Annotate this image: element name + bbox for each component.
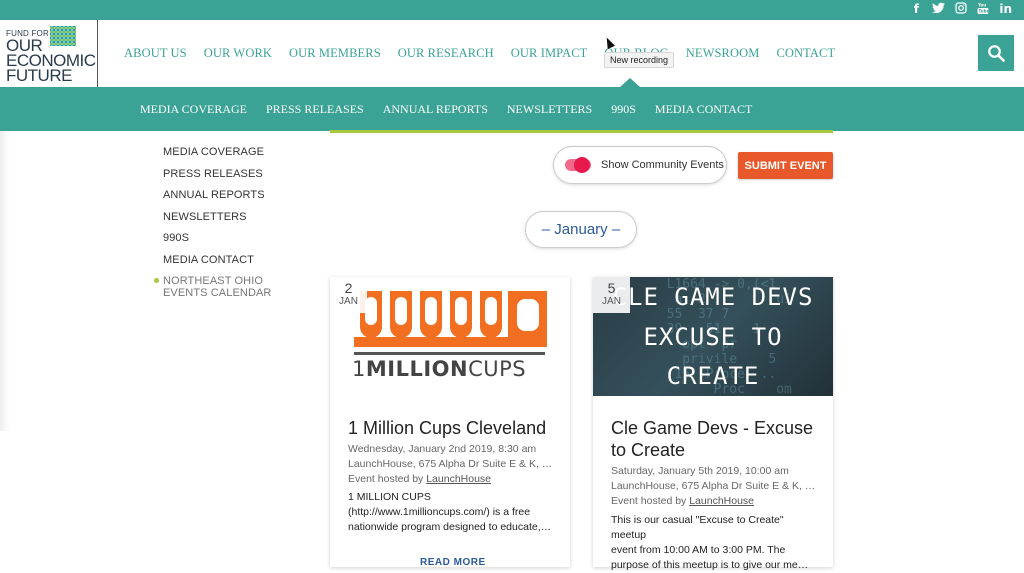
site-logo[interactable]: FUND FOR OUR ECONOMIC FUTURE bbox=[0, 20, 98, 87]
cups-icon bbox=[354, 291, 547, 347]
subnav-media-contact[interactable]: MEDIA CONTACT bbox=[655, 102, 752, 117]
sidebar-item-newsletters[interactable]: NEWSLETTERS bbox=[163, 211, 271, 223]
active-nav-notch bbox=[620, 78, 640, 87]
social-links: f You Tube in bbox=[910, 2, 1012, 19]
search-icon bbox=[988, 45, 1005, 62]
svg-text:You: You bbox=[977, 3, 986, 8]
date-badge: 2 JAN bbox=[330, 277, 367, 313]
subnav-newsletters[interactable]: NEWSLETTERS bbox=[507, 102, 592, 117]
desc-line2: event from 10:00 AM to 3:00 PM. The bbox=[611, 544, 786, 556]
sidebar-active-line2: EVENTS CALENDAR bbox=[163, 287, 272, 299]
sidebar-item-events-calendar[interactable]: NORTHEAST OHIO EVENTS CALENDAR bbox=[153, 275, 272, 299]
date-day: 5 bbox=[607, 280, 616, 296]
wordmark-cups: CUPS bbox=[468, 357, 527, 381]
sidebar-item-990s[interactable]: 990S bbox=[163, 232, 271, 244]
date-month: JAN bbox=[602, 296, 621, 307]
million-cups-wordmark: 1MILLIONCUPS bbox=[352, 357, 526, 381]
month-selector[interactable]: – January – bbox=[525, 211, 637, 248]
facebook-icon[interactable]: f bbox=[910, 2, 922, 19]
main-nav: ABOUT US OUR WORK OUR MEMBERS OUR RESEAR… bbox=[124, 46, 835, 61]
nav-our-impact[interactable]: OUR IMPACT bbox=[511, 46, 588, 61]
nav-our-members[interactable]: OUR MEMBERS bbox=[289, 46, 381, 61]
nav-contact[interactable]: CONTACT bbox=[776, 46, 835, 61]
event-title[interactable]: Cle Game Devs - Excuse to Create bbox=[611, 417, 821, 461]
date-month: JAN bbox=[339, 296, 358, 307]
toggle-label: Show Community Events bbox=[601, 159, 724, 171]
event-datetime: Wednesday, January 2nd 2019, 8:30 am bbox=[348, 443, 537, 455]
logo-line4: FUTURE bbox=[6, 66, 72, 85]
event-datetime: Saturday, January 5th 2019, 10:00 am bbox=[611, 465, 789, 477]
linkedin-icon[interactable]: in bbox=[999, 2, 1012, 19]
event-card[interactable]: 1MILLIONCUPS 2 JAN 1 Million Cups Clevel… bbox=[330, 277, 570, 568]
host-link[interactable]: LaunchHouse bbox=[689, 495, 754, 507]
host-prefix: Event hosted by bbox=[348, 473, 427, 485]
site-header: FUND FOR OUR ECONOMIC FUTURE ABOUT US OU… bbox=[0, 20, 1024, 87]
event-host: Event hosted by LaunchHouse bbox=[348, 473, 553, 485]
subnav-990s[interactable]: 990S bbox=[611, 102, 636, 117]
sidebar-menu: MEDIA COVERAGE PRESS RELEASES ANNUAL REP… bbox=[153, 146, 272, 309]
nav-our-work[interactable]: OUR WORK bbox=[204, 46, 272, 61]
top-bar: f You Tube in bbox=[0, 0, 1024, 20]
search-button[interactable] bbox=[978, 35, 1014, 71]
instagram-icon[interactable] bbox=[955, 2, 967, 19]
event-description: This is our casual "Excuse to Create" me… bbox=[611, 513, 817, 573]
host-prefix: Event hosted by bbox=[611, 495, 690, 507]
desc-line1: This is our casual "Excuse to Create" me… bbox=[611, 514, 784, 541]
nav-newsroom[interactable]: NEWSROOM bbox=[686, 46, 760, 61]
host-link[interactable]: LaunchHouse bbox=[426, 473, 491, 485]
event-card[interactable]: L1664 -> 0,(<1 a 2 ui 55 37 7 39 51 1 op… bbox=[593, 277, 833, 571]
page-edge-shadow bbox=[0, 131, 10, 431]
twitter-icon[interactable] bbox=[932, 2, 946, 19]
community-events-toggle[interactable]: Show Community Events bbox=[553, 146, 727, 184]
logo-text: OUR ECONOMIC FUTURE bbox=[6, 37, 96, 85]
wordmark-million: MILLION bbox=[365, 357, 469, 381]
event-host: Event hosted by LaunchHouse bbox=[611, 495, 816, 507]
date-day: 2 bbox=[344, 280, 353, 296]
banner-line3: CREATE bbox=[666, 362, 760, 390]
sidebar-item-press-releases[interactable]: PRESS RELEASES bbox=[163, 168, 271, 180]
desc-line1: 1 MILLION CUPS bbox=[348, 491, 431, 503]
event-location: LaunchHouse, 675 Alpha Dr Suite E & K, H… bbox=[348, 458, 553, 470]
date-badge: 5 JAN bbox=[593, 277, 630, 313]
desc-line2: (http://www.1millioncups.com/) is a free bbox=[348, 506, 531, 518]
sidebar-item-media-coverage[interactable]: MEDIA COVERAGE bbox=[163, 146, 271, 158]
desc-line3: nationwide program designed to educate, … bbox=[348, 521, 554, 533]
sidebar-item-media-contact[interactable]: MEDIA CONTACT bbox=[163, 254, 271, 266]
toggle-knob bbox=[574, 157, 590, 173]
nav-about-us[interactable]: ABOUT US bbox=[124, 46, 187, 61]
svg-text:Tube: Tube bbox=[979, 9, 990, 14]
subnav-press-releases[interactable]: PRESS RELEASES bbox=[266, 102, 364, 117]
nav-our-research[interactable]: OUR RESEARCH bbox=[398, 46, 494, 61]
event-description: 1 MILLION CUPS (http://www.1millioncups.… bbox=[348, 490, 554, 535]
subnav-annual-reports[interactable]: ANNUAL REPORTS bbox=[383, 102, 488, 117]
sidebar-active-line1: NORTHEAST OHIO bbox=[163, 275, 264, 287]
desc-line3: purpose of this meetup is to give our me… bbox=[611, 559, 817, 571]
sidebar-item-annual-reports[interactable]: ANNUAL REPORTS bbox=[163, 189, 271, 201]
wordmark-number: 1 bbox=[352, 357, 366, 381]
event-title[interactable]: 1 Million Cups Cleveland bbox=[348, 417, 558, 439]
subnav-media-coverage[interactable]: MEDIA COVERAGE bbox=[140, 102, 247, 117]
banner-line2: EXCUSE TO bbox=[643, 323, 783, 351]
submit-event-button[interactable]: SUBMIT EVENT bbox=[738, 152, 833, 179]
read-more-link[interactable]: READ MORE bbox=[420, 557, 486, 568]
recording-tooltip: New recording bbox=[604, 52, 675, 68]
event-location: LaunchHouse, 675 Alpha Dr Suite E & K, H… bbox=[611, 480, 816, 492]
newsroom-subnav: MEDIA COVERAGE PRESS RELEASES ANNUAL REP… bbox=[0, 87, 1024, 131]
logo-underline bbox=[354, 352, 545, 355]
youtube-icon[interactable]: You Tube bbox=[977, 2, 990, 19]
section-divider bbox=[330, 130, 833, 133]
